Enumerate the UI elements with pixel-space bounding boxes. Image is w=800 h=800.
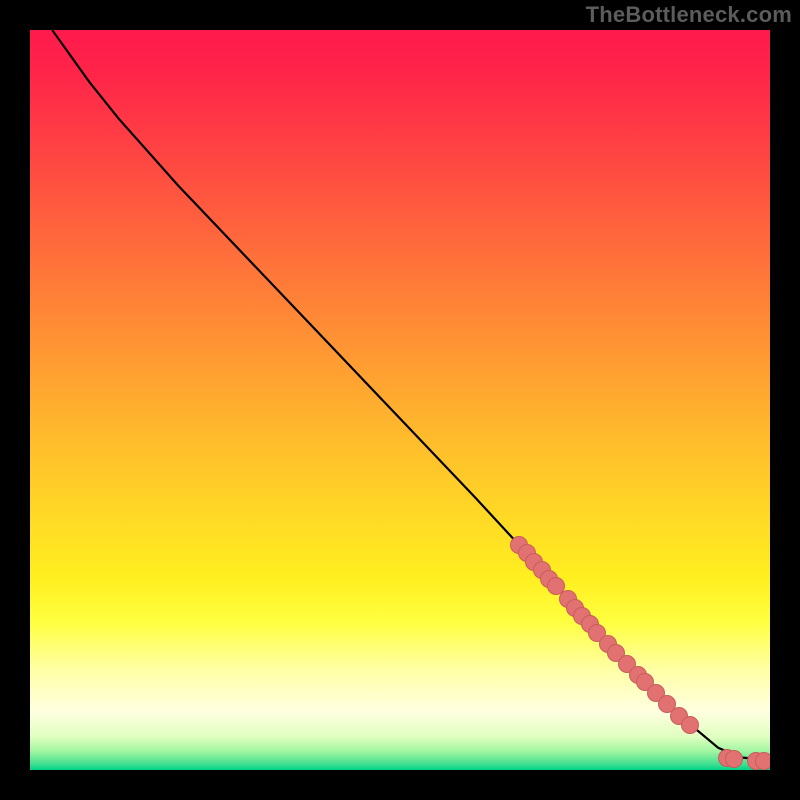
curve-layer [30, 30, 770, 770]
data-point [755, 752, 770, 770]
plot-area [30, 30, 770, 770]
data-point [681, 716, 699, 734]
chart-frame: TheBottleneck.com [0, 0, 800, 800]
bottleneck-curve [52, 30, 762, 760]
watermark-text: TheBottleneck.com [586, 2, 792, 28]
